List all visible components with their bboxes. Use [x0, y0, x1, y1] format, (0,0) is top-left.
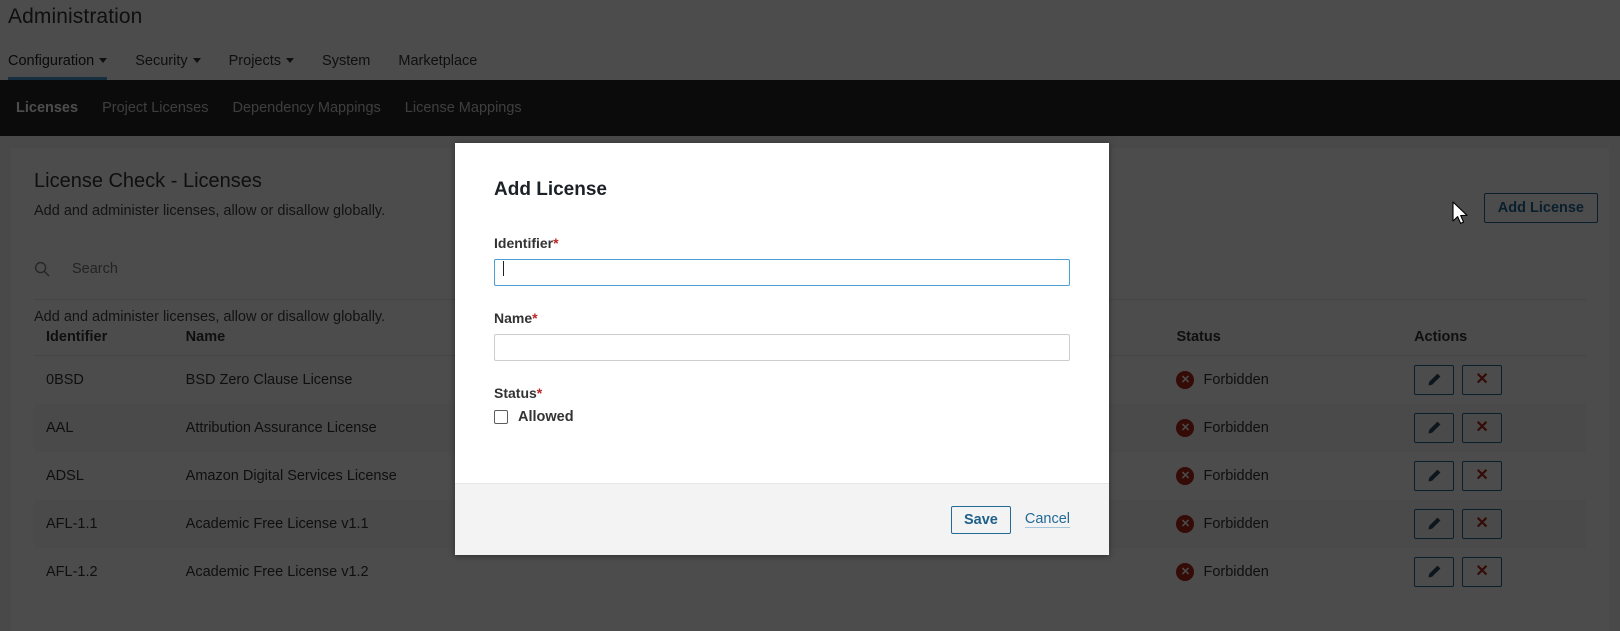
status-label-text: Status	[494, 385, 537, 401]
cancel-link[interactable]: Cancel	[1024, 511, 1070, 528]
allowed-label: Allowed	[518, 409, 574, 425]
identifier-input[interactable]	[494, 259, 1070, 286]
modal-footer: Save Cancel	[455, 483, 1109, 555]
required-asterisk: *	[553, 235, 559, 251]
text-caret	[503, 261, 504, 276]
name-input[interactable]	[494, 334, 1070, 361]
name-label-text: Name	[494, 310, 533, 326]
allowed-checkbox-row[interactable]: Allowed	[494, 409, 1070, 425]
add-license-modal: Add License Identifier* Name* Status* Al…	[455, 143, 1109, 555]
identifier-field-group: Identifier*	[494, 235, 1070, 286]
required-asterisk: *	[532, 310, 538, 326]
modal-body: Add License Identifier* Name* Status* Al…	[455, 143, 1109, 483]
modal-title: Add License	[494, 179, 607, 200]
name-label: Name*	[494, 310, 1070, 326]
identifier-label: Identifier*	[494, 235, 1070, 251]
name-field-group: Name*	[494, 310, 1070, 361]
save-button[interactable]: Save	[950, 505, 1011, 534]
required-asterisk: *	[536, 385, 543, 401]
allowed-checkbox[interactable]	[494, 410, 508, 424]
status-label: Status*	[494, 385, 1070, 401]
status-field-group: Status* Allowed	[494, 385, 1070, 425]
identifier-label-text: Identifier	[494, 235, 554, 251]
